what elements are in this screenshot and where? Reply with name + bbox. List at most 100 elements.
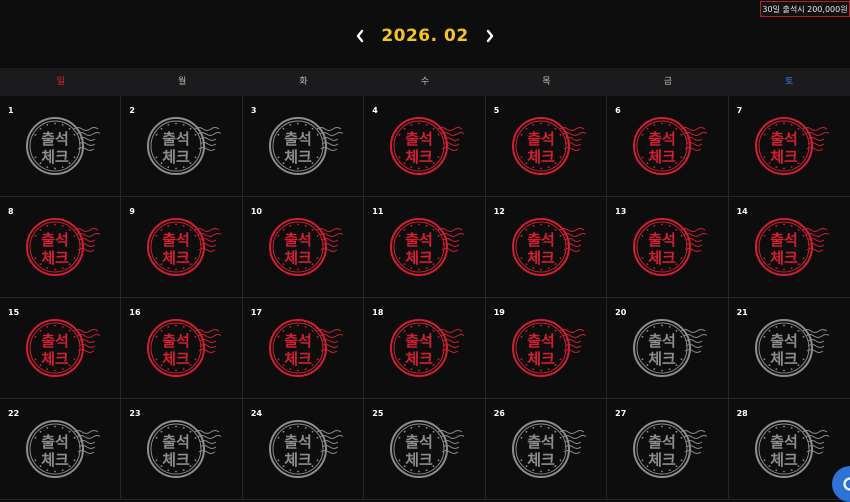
attendance-stamp-unchecked: 출석체크 [749,416,829,482]
stamp-line-1: 출석 [284,231,312,249]
chevron-right-icon [485,29,495,43]
stamp-line-2: 체크 [284,249,312,267]
calendar-day-cell: 3출석체크 [243,96,364,197]
stamp-line-2: 체크 [648,148,676,166]
calendar-day-cell: 2출석체크 [121,96,242,197]
day-number: 1 [8,106,14,115]
day-number: 20 [615,308,626,317]
prev-month-button[interactable] [353,26,367,46]
attendance-stamp-unchecked: 출석체크 [749,315,829,381]
stamp-line-1: 출석 [41,130,69,148]
attendance-stamp-checked: 출석체크 [263,315,343,381]
attendance-stamp-checked: 출석체크 [506,214,586,280]
day-number: 10 [251,207,262,216]
stamp-line-1: 출석 [527,130,555,148]
day-number: 9 [129,207,135,216]
stamp-line-1: 출석 [770,332,798,350]
weekday-header: 일 월 화 수 목 금 토 [0,68,850,96]
day-number: 17 [251,308,262,317]
stamp-line-2: 체크 [527,148,555,166]
attendance-stamp-unchecked: 출석체크 [627,416,707,482]
stamp-line-1: 출석 [405,130,433,148]
calendar-day-cell: 18출석체크 [364,298,485,399]
calendar-day-cell: 22 출석체크 [0,399,121,500]
attendance-stamp-checked: 출석체크 [384,315,464,381]
weekday-mon: 월 [121,68,242,96]
day-number: 19 [494,308,505,317]
stamp-line-2: 체크 [41,148,69,166]
calendar-day-cell: 19출석체크 [486,298,607,399]
day-number: 28 [737,409,748,418]
attendance-stamp-checked: 출석체크 [263,214,343,280]
stamp-line-1: 출석 [648,433,676,451]
stamp-line-2: 체크 [41,451,69,469]
stamp-line-1: 출석 [770,231,798,249]
calendar-day-cell: 8 출석체크 [0,197,121,298]
month-title: 2026. 02 [381,26,468,46]
attendance-stamp-checked: 출석체크 [20,214,100,280]
stamp-line-2: 체크 [648,249,676,267]
month-navigation: 2026. 02 [0,24,850,48]
day-number: 11 [372,207,383,216]
stamp-line-1: 출석 [527,433,555,451]
stamp-line-2: 체크 [405,451,433,469]
day-number: 27 [615,409,626,418]
stamp-line-1: 출석 [163,332,191,350]
stamp-line-1: 출석 [648,231,676,249]
attendance-stamp-unchecked: 출석체크 [263,416,343,482]
stamp-line-2: 체크 [770,148,798,166]
stamp-line-2: 체크 [770,249,798,267]
stamp-line-1: 출석 [405,332,433,350]
stamp-line-1: 출석 [41,231,69,249]
day-number: 16 [129,308,140,317]
stamp-line-1: 출석 [770,433,798,451]
day-number: 18 [372,308,383,317]
stamp-line-1: 출석 [527,231,555,249]
day-number: 4 [372,106,378,115]
attendance-stamp-checked: 출석체크 [20,315,100,381]
day-number: 24 [251,409,262,418]
day-number: 26 [494,409,505,418]
stamp-line-1: 출석 [163,231,191,249]
stamp-line-2: 체크 [527,451,555,469]
stamp-line-2: 체크 [648,350,676,368]
calendar-grid: 1출석체크2출석체크3출석체크4출석체크5출석체크6출석체크7출석체크8출석체크… [0,96,850,500]
attendance-stamp-unchecked: 출석체크 [141,113,221,179]
calendar-day-cell: 25출석체크 [364,399,485,500]
stamp-line-1: 출석 [41,433,69,451]
day-number: 7 [737,106,743,115]
chevron-left-icon [355,29,365,43]
stamp-line-2: 체크 [163,451,191,469]
attendance-stamp-checked: 출석체크 [506,113,586,179]
stamp-line-2: 체크 [284,350,312,368]
reward-badge: 30일 출석시 200,000원 [760,1,850,17]
day-number: 8 [8,207,14,216]
weekday-wed: 수 [364,68,485,96]
stamp-line-1: 출석 [405,433,433,451]
attendance-stamp-unchecked: 출석체크 [263,113,343,179]
day-number: 13 [615,207,626,216]
next-month-button[interactable] [483,26,497,46]
stamp-line-2: 체크 [163,249,191,267]
calendar-day-cell: 15출석체크 [0,298,121,399]
stamp-line-1: 출석 [648,332,676,350]
calendar-day-cell: 21출석체크 [729,298,850,399]
stamp-line-1: 출석 [648,130,676,148]
calendar-day-cell: 5출석체크 [486,96,607,197]
weekday-thu: 목 [486,68,607,96]
stamp-line-2: 체크 [163,148,191,166]
calendar-day-cell: 7출석체크 [729,96,850,197]
attendance-stamp-unchecked: 출석체크 [20,113,100,179]
attendance-stamp-checked: 출석체크 [141,214,221,280]
stamp-line-2: 체크 [405,350,433,368]
stamp-line-1: 출석 [163,130,191,148]
stamp-line-1: 출석 [163,433,191,451]
attendance-stamp-checked: 출석체크 [627,214,707,280]
stamp-line-2: 체크 [284,148,312,166]
day-number: 22 [8,409,19,418]
calendar-day-cell: 14출석체크 [729,197,850,298]
stamp-line-1: 출석 [405,231,433,249]
attendance-stamp-checked: 출석체크 [141,315,221,381]
calendar-day-cell: 10출석체크 [243,197,364,298]
weekday-tue: 화 [243,68,364,96]
